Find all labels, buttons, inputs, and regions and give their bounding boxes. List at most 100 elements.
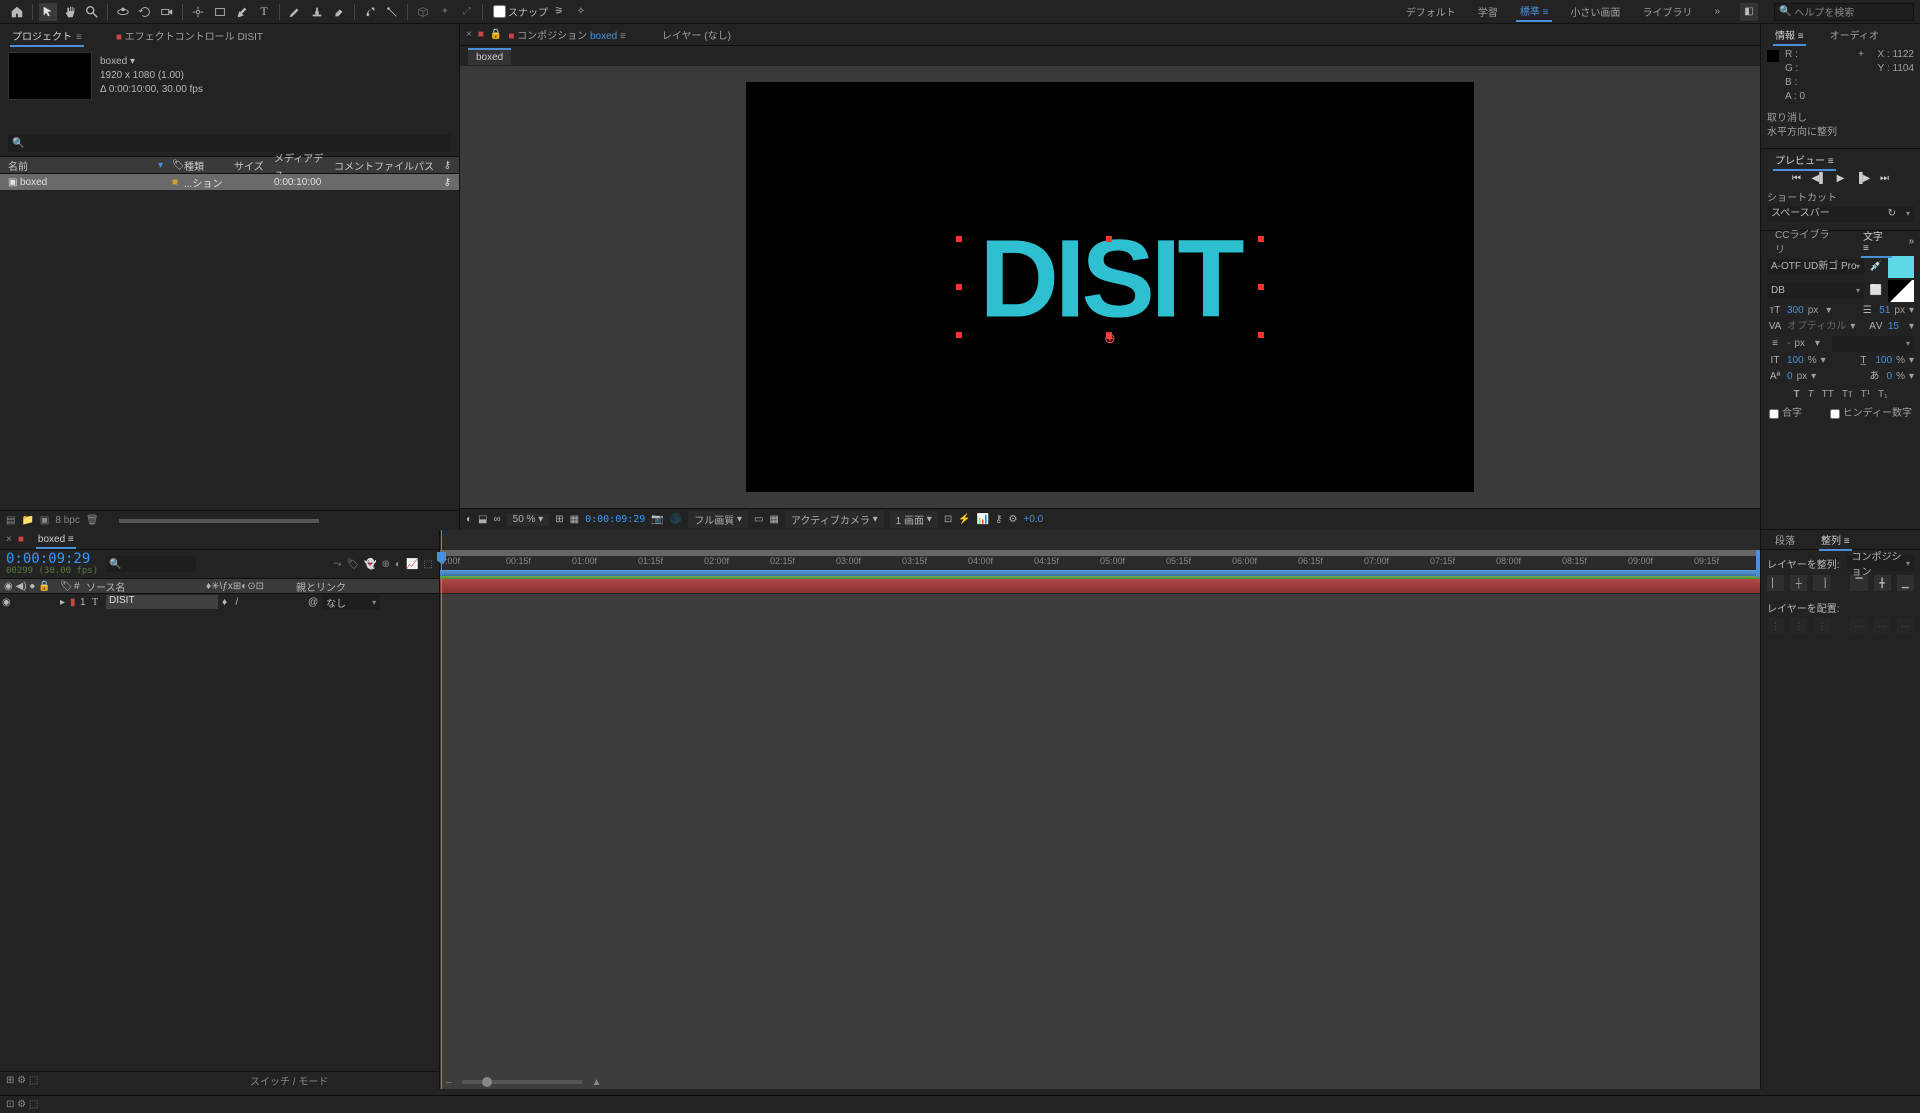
tl-opt2-icon[interactable]: 🏷 [347, 559, 360, 570]
align-right[interactable]: ▕ [1813, 575, 1830, 591]
play-icon[interactable]: ▶ [1834, 173, 1848, 184]
current-time[interactable]: 0:00:09:29 [6, 552, 98, 566]
zoom-dropdown[interactable]: 50 % ▾ [507, 513, 550, 526]
roi-icon[interactable]: ▭ [754, 514, 763, 525]
camera-tool-icon[interactable] [158, 3, 176, 21]
selection-tool-icon[interactable] [39, 3, 57, 21]
time-ruler[interactable]: 0:00f00:15f01:00f01:15f02:00f02:15f03:00… [440, 530, 1760, 578]
home-icon[interactable] [8, 3, 26, 21]
brush-tool-icon[interactable] [286, 3, 304, 21]
fill-swatch[interactable] [1888, 256, 1914, 278]
hand-tool-icon[interactable] [61, 3, 79, 21]
graph-ed-icon[interactable]: 📈 [406, 559, 418, 570]
zoom-out-icon[interactable]: – [446, 1077, 452, 1088]
align-to-dropdown[interactable]: コンポジション [1847, 555, 1914, 571]
font-dropdown[interactable]: A-OTF UD新ゴ Pro [1767, 259, 1864, 275]
tsume[interactable]: 0 [1887, 370, 1893, 384]
color-mgmt-icon[interactable]: 🌑 [670, 514, 682, 525]
new-comp-icon[interactable]: ▣ [40, 515, 49, 526]
zoom-slider[interactable] [462, 1080, 582, 1084]
camera-dropdown[interactable]: アクティブカメラ ▾ [785, 511, 884, 528]
toggle-switches-icon[interactable]: ⊞ ⚙ ⬚ [6, 1075, 38, 1086]
workspace-default[interactable]: デフォルト [1402, 2, 1460, 21]
subscript[interactable]: T₁ [1878, 388, 1887, 402]
workspace-standard[interactable]: 標準 ≡ [1516, 1, 1553, 22]
lock-icon[interactable]: 🔒 [490, 29, 502, 40]
tl-opt1-icon[interactable]: ⤳ [334, 559, 342, 570]
superscript[interactable]: T¹ [1861, 388, 1870, 402]
snap-checkbox[interactable]: スナップ [493, 4, 548, 19]
eyedropper-icon[interactable]: 💉 [1868, 260, 1884, 274]
snapshot-icon[interactable]: 📷 [651, 514, 663, 525]
transparency-icon[interactable]: ▦ [769, 514, 778, 525]
project-search[interactable]: 🔍 [8, 134, 451, 152]
channel-icon[interactable]: ⬓ [478, 514, 487, 525]
prev-frame-icon[interactable]: ◀▌ [1812, 173, 1826, 184]
align-left[interactable]: ▏ [1767, 575, 1784, 591]
text-layer[interactable]: DISIT [979, 215, 1240, 342]
shy-icon[interactable]: 👻 [364, 559, 376, 570]
pixel-icon[interactable]: ⊡ [944, 514, 952, 525]
zoom-in-icon[interactable]: ▲ [592, 1077, 602, 1088]
anchor-tool-icon[interactable] [189, 3, 207, 21]
pen-tool-icon[interactable] [233, 3, 251, 21]
panel-more-icon[interactable]: » [1908, 236, 1914, 247]
ligature-checkbox[interactable]: 合字 [1769, 407, 1802, 421]
shortcut-dropdown[interactable]: スペースバー↻ [1767, 206, 1914, 222]
help-search[interactable]: 🔍 ヘルプを検索 [1774, 3, 1914, 21]
stroke-swatch[interactable] [1888, 280, 1914, 302]
tl-opt3-icon[interactable]: ⊕ [382, 559, 390, 570]
fast-icon[interactable]: ⚡ [958, 514, 970, 525]
timeline-track-area[interactable]: 0:00f00:15f01:00f01:15f02:00f02:15f03:00… [440, 530, 1760, 1089]
eraser-tool-icon[interactable] [330, 3, 348, 21]
cube-icon[interactable] [414, 3, 432, 21]
composition-thumbnail[interactable] [8, 52, 92, 100]
composition-canvas[interactable]: DISIT ⊕ [746, 82, 1474, 492]
workspace-library[interactable]: ライブラリ [1638, 2, 1696, 21]
quality-dropdown[interactable]: フル画質 ▾ [688, 511, 748, 528]
tab-preview[interactable]: プレビュー ≡ [1767, 149, 1842, 170]
timeline-search[interactable]: 🔍 [106, 556, 196, 572]
zoom-tool-icon[interactable] [83, 3, 101, 21]
color-depth[interactable]: 8 bpc [55, 515, 79, 526]
baseline[interactable]: 0 [1787, 370, 1793, 384]
allcaps[interactable]: TT [1822, 388, 1834, 402]
faux-italic[interactable]: T [1808, 388, 1814, 402]
exposure[interactable]: +0.0 [1023, 514, 1043, 525]
workspace-learn[interactable]: 学習 [1474, 2, 1502, 21]
leading[interactable]: 51 [1879, 304, 1890, 318]
guide-icon[interactable]: ▦ [570, 514, 579, 525]
alpha-icon[interactable]: ◐ [466, 514, 472, 525]
viewer-timecode[interactable]: 0:00:09:29 [585, 514, 645, 525]
layer-tab[interactable]: レイヤー (なし) [662, 27, 731, 42]
mesh-icon[interactable]: ✦ [436, 3, 454, 21]
rotate-tool-icon[interactable] [136, 3, 154, 21]
last-frame-icon[interactable]: ⏭ [1878, 173, 1892, 184]
project-item-row[interactable]: ▣ boxed ■ ...ション 0:00:10:00 ⚷ [0, 174, 459, 190]
tab-audio[interactable]: オーディオ [1822, 24, 1887, 45]
mb-icon[interactable]: ◐ [395, 559, 401, 570]
axis-icon[interactable]: ⤢ [458, 3, 476, 21]
tag-icon[interactable]: 🏷 [172, 160, 184, 171]
rect-tool-icon[interactable] [211, 3, 229, 21]
tab-align[interactable]: 整列 ≡ [1813, 529, 1858, 550]
layer-track[interactable] [440, 578, 1760, 594]
tab-info[interactable]: 情報 ≡ [1767, 24, 1812, 45]
parent-dropdown[interactable]: なし [322, 594, 380, 610]
tab-project[interactable]: プロジェクト≡ [4, 25, 90, 46]
hscale[interactable]: 100 [1875, 354, 1892, 368]
first-frame-icon[interactable]: ⏮ [1790, 173, 1804, 184]
stroke-style-dropdown[interactable] [1832, 336, 1914, 352]
flowchart-item-icon[interactable]: ⚷ [444, 177, 451, 188]
font-size[interactable]: 300 [1787, 304, 1804, 318]
close-tl-icon[interactable]: × [6, 534, 12, 545]
tracking[interactable]: 15 [1888, 320, 1899, 334]
tab-cc-library[interactable]: CCライブラリ [1767, 223, 1845, 259]
workspace-small[interactable]: 小さい画面 [1566, 2, 1624, 21]
layer-name[interactable]: DISIT [106, 595, 218, 609]
hindi-checkbox[interactable]: ヒンディー数字 [1830, 407, 1912, 421]
align-hcenter[interactable]: ┼ [1790, 575, 1807, 591]
trash-icon[interactable]: 🗑 [86, 515, 99, 526]
tab-character[interactable]: 文字 ≡ [1855, 225, 1899, 257]
weight-dropdown[interactable]: DB [1767, 283, 1864, 299]
